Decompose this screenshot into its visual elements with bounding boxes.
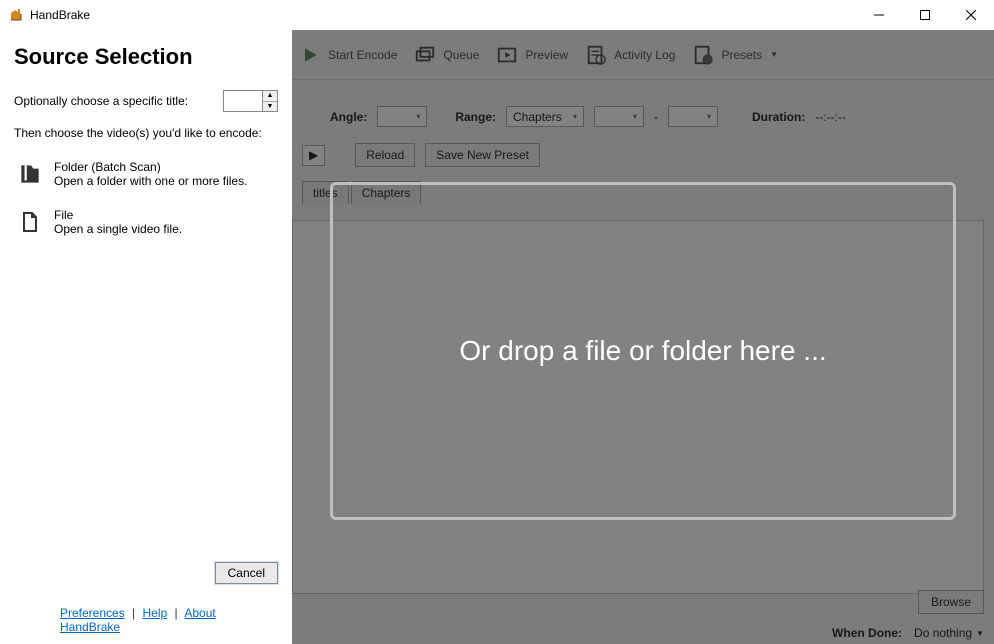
source-option-folder-desc: Open a folder with one or more files.: [54, 174, 247, 188]
spinner-up-button[interactable]: ▲: [263, 91, 277, 101]
source-selection-panel: Source Selection Optionally choose a spe…: [0, 30, 292, 644]
window-close-button[interactable]: [948, 0, 994, 30]
source-option-folder-title: Folder (Batch Scan): [54, 160, 247, 174]
main-app-area: Start Encode Queue Preview Activity Log …: [292, 30, 994, 644]
cancel-button[interactable]: Cancel: [215, 562, 278, 584]
spinner-down-button[interactable]: ▼: [263, 101, 277, 111]
window-title: HandBrake: [30, 8, 90, 22]
titlebar: HandBrake: [0, 0, 994, 30]
footer-links: Preferences | Help | About HandBrake: [14, 602, 278, 636]
choose-videos-label: Then choose the video(s) you'd like to e…: [14, 126, 278, 140]
preferences-link[interactable]: Preferences: [60, 606, 125, 620]
app-icon: [8, 7, 24, 23]
source-selection-heading: Source Selection: [14, 44, 278, 70]
specific-title-spinner[interactable]: ▲ ▼: [223, 90, 278, 112]
window-minimize-button[interactable]: [856, 0, 902, 30]
source-option-file-desc: Open a single video file.: [54, 222, 182, 236]
file-icon: [16, 208, 44, 236]
folder-icon: [16, 160, 44, 188]
source-option-folder[interactable]: Folder (Batch Scan) Open a folder with o…: [14, 154, 278, 194]
window-maximize-button[interactable]: [902, 0, 948, 30]
help-link[interactable]: Help: [143, 606, 168, 620]
source-option-file[interactable]: File Open a single video file.: [14, 202, 278, 242]
specific-title-input[interactable]: [224, 91, 262, 111]
drop-zone-message: Or drop a file or folder here ...: [459, 335, 826, 367]
source-option-file-title: File: [54, 208, 182, 222]
drop-zone[interactable]: Or drop a file or folder here ...: [330, 182, 956, 520]
specific-title-label: Optionally choose a specific title:: [14, 94, 188, 108]
